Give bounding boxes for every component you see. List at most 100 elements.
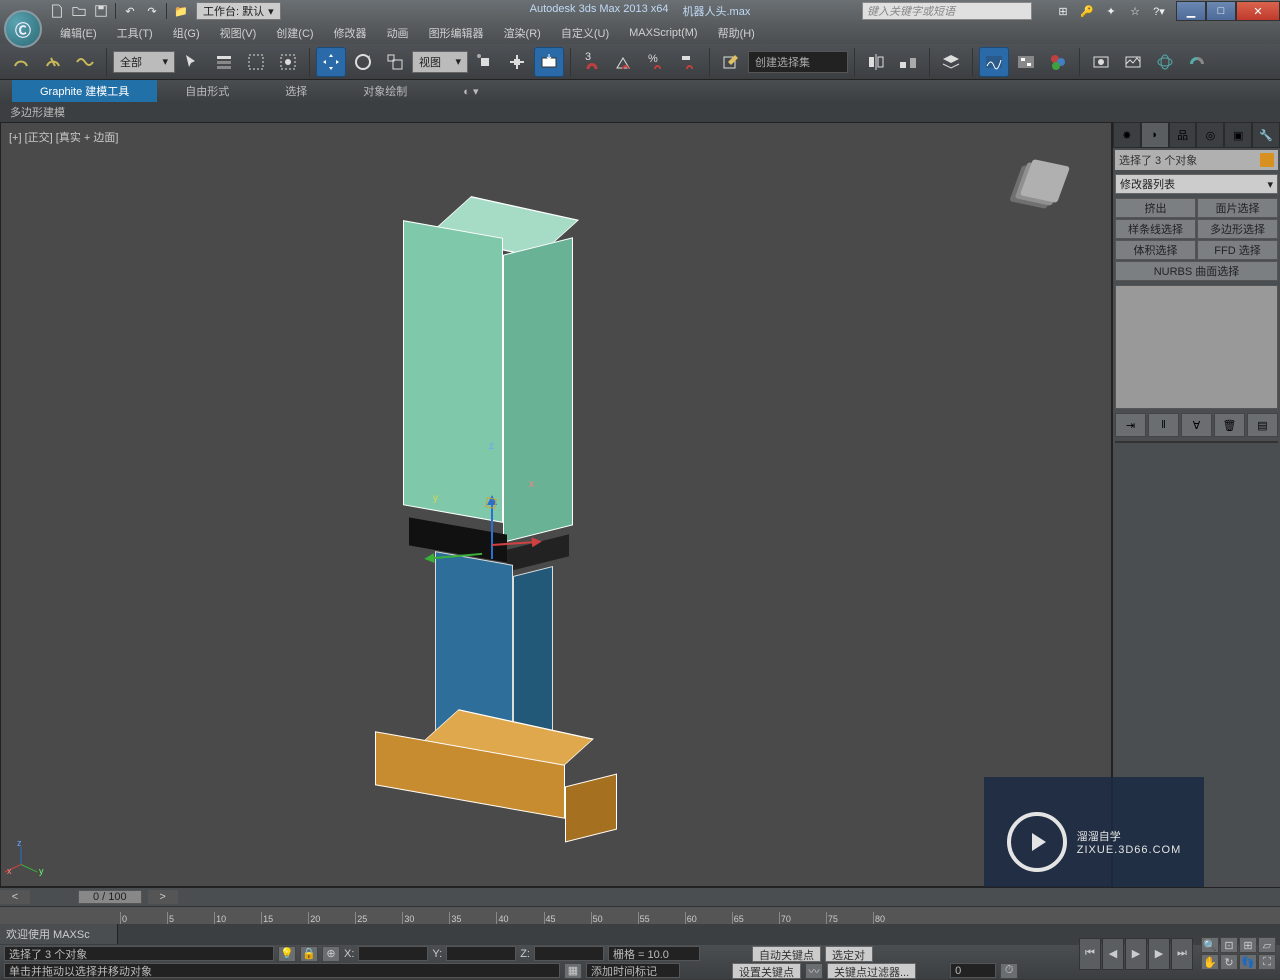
- modifier-button[interactable]: NURBS 曲面选择: [1115, 261, 1278, 281]
- align-icon[interactable]: [893, 47, 923, 77]
- menu-group[interactable]: 组(G): [163, 22, 210, 44]
- menu-views[interactable]: 视图(V): [210, 22, 267, 44]
- exchange-icon[interactable]: ✦: [1100, 2, 1122, 20]
- named-selection-edit-icon[interactable]: [716, 47, 746, 77]
- bind-spacewarp-icon[interactable]: [70, 47, 100, 77]
- modifier-button[interactable]: 样条线选择: [1115, 219, 1196, 239]
- select-manipulate-icon[interactable]: [502, 47, 532, 77]
- time-tag-field[interactable]: 添加时间标记: [586, 963, 680, 978]
- unlink-icon[interactable]: [38, 47, 68, 77]
- layer-manager-icon[interactable]: [936, 47, 966, 77]
- timeslider-right-icon[interactable]: >: [148, 890, 178, 904]
- utilities-tab-icon[interactable]: 🔧: [1252, 122, 1280, 148]
- undo-icon[interactable]: ↶: [119, 2, 141, 20]
- keymode-icon[interactable]: 〰: [805, 963, 823, 979]
- menu-maxscript[interactable]: MAXScript(M): [619, 24, 707, 42]
- object-color-swatch[interactable]: [1260, 153, 1274, 167]
- workspace-dropdown[interactable]: 工作台: 默认▾: [196, 2, 281, 20]
- modifier-button[interactable]: 体积选择: [1115, 240, 1196, 260]
- ribbon-tab-objectpaint[interactable]: 对象绘制: [335, 80, 435, 102]
- time-slider-handle[interactable]: 0 / 100: [78, 890, 142, 904]
- modifier-button[interactable]: FFD 选择: [1197, 240, 1278, 260]
- spinner-snap-icon[interactable]: [673, 47, 703, 77]
- modifier-stack[interactable]: [1115, 285, 1278, 409]
- curve-editor-icon[interactable]: [979, 47, 1009, 77]
- auto-key-button[interactable]: 自动关键点: [752, 946, 821, 962]
- z-coord-input[interactable]: [534, 946, 604, 961]
- menu-rendering[interactable]: 渲染(R): [494, 22, 551, 44]
- zoom-extents-icon[interactable]: ⊞: [1239, 937, 1257, 953]
- schematic-view-icon[interactable]: [1011, 47, 1041, 77]
- render-setup-icon[interactable]: [1086, 47, 1116, 77]
- key-filters-button[interactable]: 关键点过滤器...: [827, 963, 916, 979]
- lock-icon[interactable]: 🔒: [300, 946, 318, 962]
- menu-help[interactable]: 帮助(H): [708, 22, 765, 44]
- rectangle-select-icon[interactable]: [241, 47, 271, 77]
- remove-modifier-icon[interactable]: 🗑: [1214, 413, 1245, 437]
- undo-link-icon[interactable]: [6, 47, 36, 77]
- menu-animation[interactable]: 动画: [377, 22, 419, 44]
- application-menu-button[interactable]: Ⓒ: [4, 10, 42, 48]
- select-object-icon[interactable]: [177, 47, 207, 77]
- angle-snap-icon[interactable]: [609, 47, 639, 77]
- window-crossing-icon[interactable]: [273, 47, 303, 77]
- ref-coord-dropdown[interactable]: 视图▾: [412, 51, 468, 73]
- select-and-scale-icon[interactable]: [380, 47, 410, 77]
- x-coord-input[interactable]: [358, 946, 428, 961]
- infocenter-icon[interactable]: ⊞: [1052, 2, 1074, 20]
- favorites-icon[interactable]: ☆: [1124, 2, 1146, 20]
- motion-tab-icon[interactable]: ◎: [1196, 122, 1224, 148]
- rendered-frame-icon[interactable]: [1118, 47, 1148, 77]
- viewcube[interactable]: [1015, 151, 1075, 211]
- show-end-result-icon[interactable]: ‖: [1148, 413, 1179, 437]
- abs-rel-icon[interactable]: ⊕: [322, 946, 340, 962]
- select-and-rotate-icon[interactable]: [348, 47, 378, 77]
- named-selection-set-input[interactable]: 创建选择集: [748, 51, 848, 73]
- pivot-center-icon[interactable]: [470, 47, 500, 77]
- select-by-name-icon[interactable]: [209, 47, 239, 77]
- ribbon-panel[interactable]: 多边形建模: [0, 102, 1280, 122]
- time-slider[interactable]: < 0 / 100 >: [0, 888, 1280, 906]
- ribbon-expand-icon[interactable]: ◐ ▾: [435, 82, 506, 101]
- help-icon[interactable]: ?▾: [1148, 2, 1170, 20]
- hierarchy-tab-icon[interactable]: 品: [1169, 122, 1197, 148]
- minimize-button[interactable]: ▁: [1176, 1, 1206, 21]
- menu-tools[interactable]: 工具(T): [107, 22, 163, 44]
- subscription-icon[interactable]: 🔑: [1076, 2, 1098, 20]
- selection-lock-icon[interactable]: 💡: [278, 946, 296, 962]
- percent-snap-icon[interactable]: %: [641, 47, 671, 77]
- selection-name-field[interactable]: 选择了 3 个对象: [1115, 150, 1278, 170]
- save-icon[interactable]: [90, 2, 112, 20]
- configure-sets-icon[interactable]: ▤: [1247, 413, 1278, 437]
- zoom-icon[interactable]: 🔍: [1201, 937, 1219, 953]
- modifier-button[interactable]: 挤出: [1115, 198, 1196, 218]
- snap-toggle-icon[interactable]: 3: [577, 47, 607, 77]
- ribbon-tab-freeform[interactable]: 自由形式: [157, 80, 257, 102]
- material-editor-icon[interactable]: [1043, 47, 1073, 77]
- set-key-button[interactable]: 设置关键点: [732, 963, 801, 979]
- selection-filter-dropdown[interactable]: 全部▾: [113, 51, 175, 73]
- menu-modifiers[interactable]: 修改器: [324, 22, 377, 44]
- current-frame-field[interactable]: 0: [950, 963, 996, 978]
- mirror-icon[interactable]: [861, 47, 891, 77]
- zoom-all-icon[interactable]: ⊡: [1220, 937, 1238, 953]
- keyboard-shortcut-override-icon[interactable]: [534, 47, 564, 77]
- y-coord-input[interactable]: [446, 946, 516, 961]
- menu-customize[interactable]: 自定义(U): [551, 22, 619, 44]
- select-and-move-icon[interactable]: [316, 47, 346, 77]
- new-file-icon[interactable]: [46, 2, 68, 20]
- search-input[interactable]: 键入关键字或短语: [862, 2, 1032, 20]
- fov-icon[interactable]: ▱: [1258, 937, 1276, 953]
- create-tab-icon[interactable]: ✸: [1113, 122, 1141, 148]
- menu-edit[interactable]: 编辑(E): [50, 22, 107, 44]
- maximize-button[interactable]: □: [1206, 1, 1236, 21]
- render-production-icon[interactable]: [1150, 47, 1180, 77]
- open-file-icon[interactable]: [68, 2, 90, 20]
- make-unique-icon[interactable]: ∀: [1181, 413, 1212, 437]
- modifier-list-dropdown[interactable]: 修改器列表▾: [1115, 174, 1278, 194]
- selected-keyframe-dropdown[interactable]: 选定对: [825, 946, 873, 962]
- viewport[interactable]: [+] [正交] [真实 + 边面] z y x: [0, 122, 1112, 887]
- menu-create[interactable]: 创建(C): [266, 22, 323, 44]
- time-ruler[interactable]: 05101520253035404550556065707580: [0, 906, 1280, 924]
- ribbon-tab-graphite[interactable]: Graphite 建模工具: [12, 80, 157, 102]
